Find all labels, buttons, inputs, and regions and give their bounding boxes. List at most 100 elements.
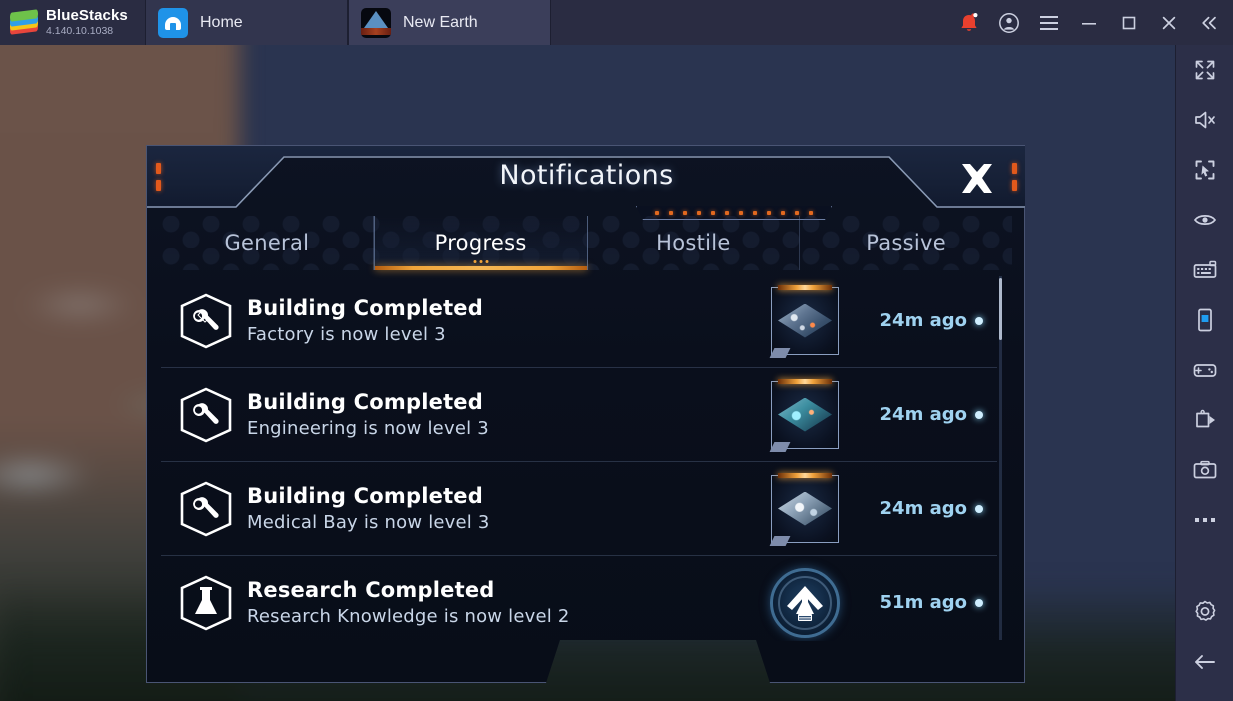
collapse-sidebar-icon <box>1202 16 1216 29</box>
tab-hostile[interactable]: Hostile <box>588 216 801 270</box>
notification-text: Building Completed Factory is now level … <box>237 296 753 346</box>
notification-time-cell: 24m ago <box>857 404 997 425</box>
bluestacks-brand: BlueStacks 4.140.10.1038 <box>0 0 145 45</box>
list-scrollbar-thumb[interactable] <box>999 278 1002 340</box>
wrench-hex-icon <box>175 292 237 350</box>
notifications-panel: Notifications General Progress Hostile P… <box>146 145 1025 683</box>
tab-passive[interactable]: Passive <box>800 216 1012 270</box>
unread-dot-icon <box>975 316 983 325</box>
building-thumbnail <box>753 284 857 355</box>
notification-list[interactable]: Building Completed Factory is now level … <box>161 274 997 641</box>
titlebar-drag-area[interactable] <box>551 0 949 45</box>
gamepad-icon <box>1193 364 1216 377</box>
building-thumbnail <box>753 378 857 449</box>
notification-subtitle: Medical Bay is now level 3 <box>247 511 490 533</box>
notification-title: Building Completed <box>247 389 483 414</box>
game-viewport[interactable]: Notifications General Progress Hostile P… <box>0 45 1175 701</box>
flask-hex-icon <box>175 574 237 632</box>
wrench-hex-icon <box>175 386 237 444</box>
building-thumbnail <box>753 472 857 543</box>
phone-rotate-icon <box>1197 308 1212 332</box>
account-button[interactable] <box>989 0 1029 45</box>
notification-row[interactable]: Building Completed Factory is now level … <box>161 274 997 368</box>
window-titlebar: BlueStacks 4.140.10.1038 Home New Earth <box>0 0 1233 45</box>
close-button[interactable] <box>956 160 998 198</box>
unread-dot-icon <box>975 410 983 419</box>
notification-text: Building Completed Medical Bay is now le… <box>237 484 753 534</box>
window-tab-label: Home <box>200 13 243 31</box>
menu-icon <box>1040 15 1058 30</box>
eye-button[interactable] <box>1176 195 1233 245</box>
back-arrow-icon <box>1194 655 1215 669</box>
notification-time-cell: 24m ago <box>857 498 997 519</box>
mute-button[interactable] <box>1176 95 1233 145</box>
notification-timestamp: 24m ago <box>879 404 967 425</box>
tab-progress[interactable]: Progress <box>373 216 588 270</box>
active-tab-dots-icon <box>473 260 489 263</box>
notification-time-cell: 51m ago <box>857 592 997 613</box>
notification-subtitle: Factory is now level 3 <box>247 323 446 345</box>
home-icon <box>158 7 188 38</box>
tab-label: Passive <box>866 231 946 255</box>
account-icon <box>999 12 1019 33</box>
mute-icon <box>1194 111 1215 129</box>
window-tab-home[interactable]: Home <box>145 0 348 45</box>
notification-row[interactable]: Building Completed Engineering is now le… <box>161 368 997 462</box>
settings-button[interactable] <box>1176 587 1233 637</box>
fullscreen-icon <box>1195 60 1214 80</box>
collapse-sidebar-button[interactable] <box>1189 0 1229 45</box>
notification-title: Research Completed <box>247 577 495 602</box>
settings-gear-icon <box>1194 600 1215 621</box>
menu-button[interactable] <box>1029 0 1069 45</box>
tab-label: Hostile <box>656 231 731 255</box>
notification-timestamp: 51m ago <box>879 592 967 613</box>
cursor-capture-icon <box>1195 160 1214 180</box>
notification-subtitle: Engineering is now level 3 <box>247 417 489 439</box>
close-icon <box>962 164 992 193</box>
cursor-capture-button[interactable] <box>1176 145 1233 195</box>
notification-title: Building Completed <box>247 295 483 320</box>
bluestacks-tool-sidebar <box>1175 45 1233 701</box>
bluestacks-logo-icon <box>10 8 38 36</box>
screenshot-button[interactable] <box>1176 445 1233 495</box>
minimize-button[interactable] <box>1069 0 1109 45</box>
research-flask-icon <box>787 585 823 621</box>
window-controls <box>949 0 1233 45</box>
gamepad-button[interactable] <box>1176 345 1233 395</box>
close-icon <box>1162 16 1176 29</box>
eye-icon <box>1193 215 1216 225</box>
minimize-icon <box>1082 22 1096 25</box>
window-tab-label: New Earth <box>403 13 478 31</box>
window-tab-new-earth[interactable]: New Earth <box>348 0 551 45</box>
brand-version: 4.140.10.1038 <box>46 25 114 38</box>
brand-name: BlueStacks <box>46 7 128 25</box>
unread-dot-icon <box>975 598 983 607</box>
fullscreen-button[interactable] <box>1176 45 1233 95</box>
game-icon <box>361 7 391 38</box>
more-button[interactable] <box>1176 495 1233 545</box>
notification-timestamp: 24m ago <box>879 310 967 331</box>
screen-record-icon <box>1195 409 1215 428</box>
list-scrollbar[interactable] <box>999 276 1002 640</box>
close-window-button[interactable] <box>1149 0 1189 45</box>
panel-title: Notifications <box>499 160 674 191</box>
unread-dot-icon <box>975 504 983 513</box>
screen-record-button[interactable] <box>1176 395 1233 445</box>
maximize-button[interactable] <box>1109 0 1149 45</box>
notification-bell-button[interactable] <box>949 0 989 45</box>
research-badge <box>753 567 857 638</box>
notification-title: Building Completed <box>247 483 483 508</box>
back-button[interactable] <box>1176 637 1233 687</box>
notification-subtitle: Research Knowledge is now level 2 <box>247 605 570 627</box>
keyboard-controls-button[interactable] <box>1176 245 1233 295</box>
notification-time-cell: 24m ago <box>857 310 997 331</box>
notification-timestamp: 24m ago <box>879 498 967 519</box>
panel-tab-bar: General Progress Hostile Passive <box>161 216 1012 270</box>
screenshot-icon <box>1193 460 1216 479</box>
keyboard-controls-icon <box>1193 260 1216 278</box>
notification-row[interactable]: Building Completed Medical Bay is now le… <box>161 462 997 556</box>
wrench-hex-icon <box>175 480 237 538</box>
tab-general[interactable]: General <box>161 216 374 270</box>
phone-rotate-button[interactable] <box>1176 295 1233 345</box>
notification-row[interactable]: Research Completed Research Knowledge is… <box>161 556 997 641</box>
